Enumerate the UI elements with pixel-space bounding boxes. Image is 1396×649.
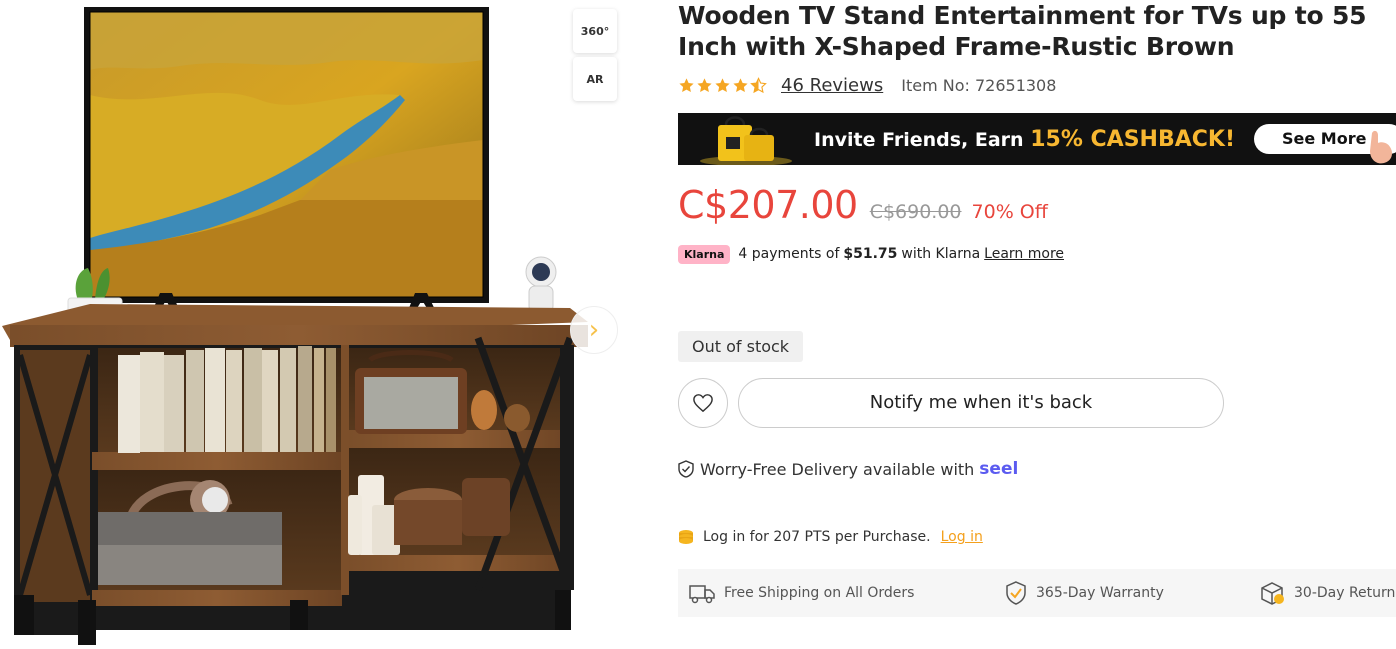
ar-icon: AR — [586, 72, 604, 86]
star-rating — [678, 76, 767, 94]
worry-free-delivery: Worry-Free Delivery available with seel — [678, 457, 1018, 481]
points-row: Log in for 207 PTS per Purchase. Log in — [678, 526, 983, 548]
wishlist-button[interactable] — [678, 378, 728, 428]
shopping-bags-icon — [700, 116, 792, 165]
banner-cashback: 15% CASHBACK! — [1030, 127, 1235, 152]
coins-icon — [679, 530, 693, 544]
discount-label: 70% Off — [971, 201, 1048, 223]
rating-row: 46 Reviews Item No: 72651308 — [678, 73, 1056, 97]
banner-text: Invite Friends, Earn 15% CASHBACK! — [814, 127, 1235, 152]
star-icon — [715, 77, 730, 92]
star-icon — [733, 77, 748, 92]
view-ar-button[interactable]: AR — [573, 57, 617, 101]
books-decor — [118, 346, 336, 453]
current-price: C$207.00 — [678, 183, 858, 227]
shield-check-icon — [678, 460, 694, 478]
star-icon — [679, 77, 694, 92]
product-info: Wooden TV Stand Entertainment for TVs up… — [678, 0, 1396, 649]
tv-screen — [84, 7, 489, 303]
reviews-link[interactable]: 46 Reviews — [781, 75, 883, 96]
view-360-icon: 360° — [580, 24, 610, 38]
klarna-learn-more-link[interactable]: Learn more — [984, 246, 1064, 262]
perk-free-shipping: Free Shipping on All Orders — [688, 569, 914, 617]
perks-bar: Free Shipping on All Orders 365-Day Warr… — [678, 569, 1396, 617]
pointing-hand-icon — [1370, 130, 1392, 164]
chevron-right-icon: › — [588, 315, 600, 345]
star-icon — [697, 77, 712, 92]
heart-icon — [693, 394, 713, 413]
product-image — [2, 7, 588, 645]
product-title: Wooden TV Stand Entertainment for TVs up… — [678, 1, 1367, 61]
shield-check-icon — [1006, 581, 1026, 605]
gallery-next-button[interactable]: › — [570, 306, 618, 354]
klarna-logo: Klarna — [678, 244, 731, 264]
return-box-icon — [1261, 582, 1284, 605]
login-link[interactable]: Log in — [941, 529, 983, 545]
perk-return: 30-Day Return — [1258, 569, 1395, 617]
klarna-amount: $51.75 — [843, 246, 898, 262]
truck-icon — [689, 585, 715, 604]
item-number: Item No: 72651308 — [901, 75, 1057, 95]
original-price: C$690.00 — [869, 201, 962, 223]
product-gallery: 360° AR › — [0, 0, 630, 649]
half-star-icon — [750, 76, 767, 93]
price-row: C$207.00 C$690.00 70% Off — [678, 183, 1048, 227]
view-360-button[interactable]: 360° — [573, 9, 617, 53]
stock-status-badge: Out of stock — [678, 331, 804, 362]
notify-back-in-stock-button[interactable]: Notify me when it's back — [738, 378, 1224, 428]
perk-warranty: 365-Day Warranty — [1004, 569, 1164, 617]
klarna-row: Klarna 4 payments of $51.75 with Klarna … — [678, 243, 1064, 265]
invite-friends-banner[interactable]: Invite Friends, Earn 15% CASHBACK! See M… — [678, 113, 1396, 165]
seel-logo: seel — [979, 459, 1019, 479]
